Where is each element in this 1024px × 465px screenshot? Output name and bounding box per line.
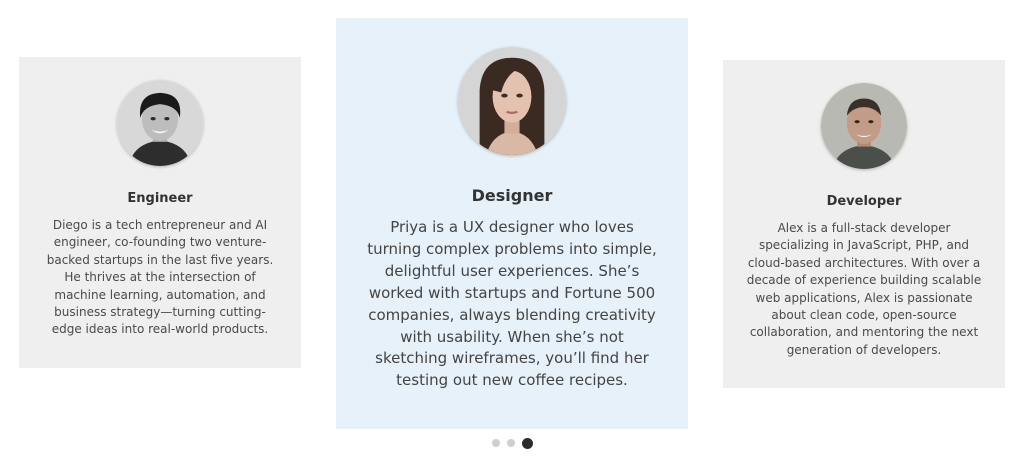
team-card-developer[interactable]: Developer Alex is a full-stack developer… (723, 60, 1005, 388)
pagination-dot-1[interactable] (491, 439, 500, 447)
team-carousel: Engineer Diego is a tech entrepreneur an… (0, 0, 1024, 465)
avatar-designer (458, 47, 566, 155)
card-bio-text: Diego is a tech entrepreneur and AI engi… (46, 218, 274, 337)
avatar-developer (821, 83, 907, 169)
carousel-pagination (0, 436, 1024, 450)
team-card-engineer[interactable]: Engineer Diego is a tech entrepreneur an… (19, 57, 301, 368)
pagination-dot-2[interactable] (506, 439, 515, 447)
card-role-title: Designer (471, 186, 553, 205)
card-role-title: Engineer (127, 191, 193, 206)
team-card-designer[interactable]: Designer Priya is a UX designer who love… (336, 18, 688, 429)
avatar-engineer (117, 80, 203, 166)
male-portrait-icon (821, 83, 907, 169)
female-portrait-icon (458, 47, 566, 155)
card-bio-text: Alex is a full-stack developer specializ… (746, 221, 982, 357)
card-bio-text: Priya is a UX designer who loves turning… (367, 218, 657, 390)
pagination-dot-3-active[interactable] (521, 437, 533, 449)
male-portrait-icon (117, 80, 203, 166)
card-role-title: Developer (826, 194, 902, 209)
